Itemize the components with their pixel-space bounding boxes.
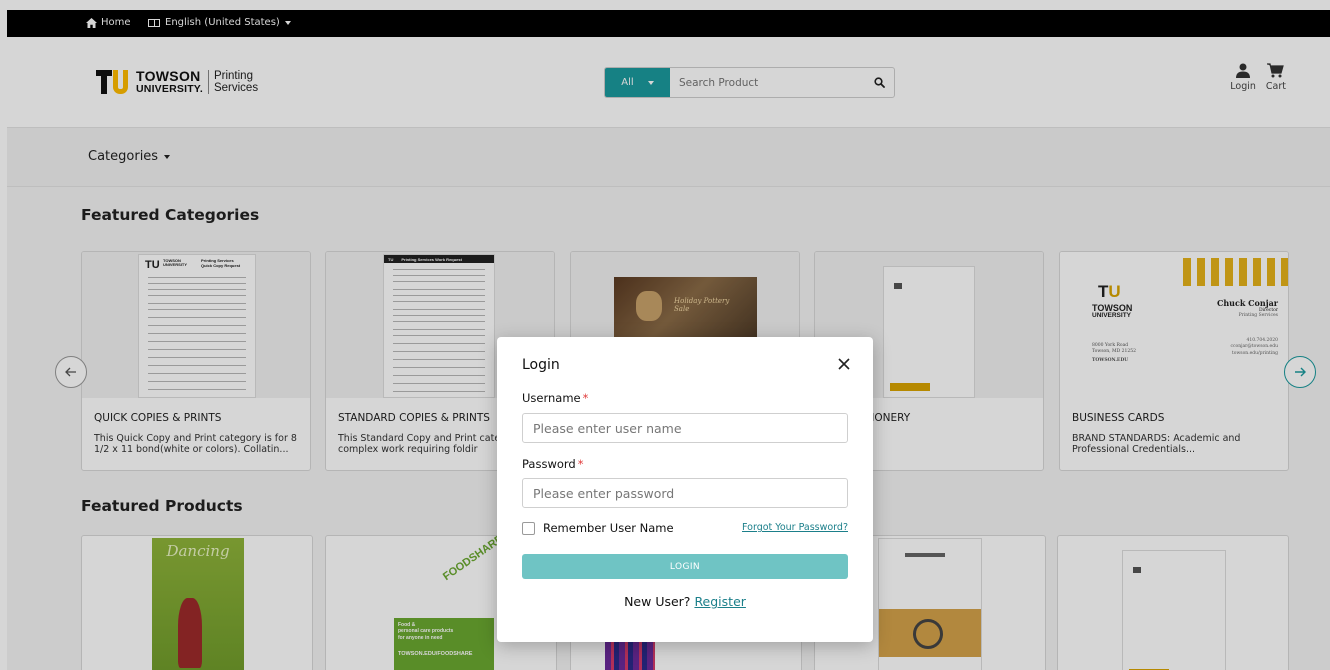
remember-label: Remember User Name <box>543 521 674 535</box>
username-input[interactable] <box>522 413 848 443</box>
username-label: Username * <box>522 391 588 405</box>
username-label-text: Username <box>522 391 581 405</box>
new-user-text: New User? <box>624 594 691 609</box>
remember-user-name: Remember User Name <box>522 521 674 535</box>
login-button[interactable]: LOGIN <box>522 554 848 579</box>
close-icon <box>838 358 850 370</box>
password-label: Password * <box>522 457 583 471</box>
close-button[interactable] <box>835 355 853 373</box>
required-mark: * <box>577 457 584 471</box>
password-label-text: Password <box>522 457 576 471</box>
login-modal-title: Login <box>522 357 560 373</box>
required-mark: * <box>582 391 589 405</box>
register-link[interactable]: Register <box>694 594 745 609</box>
remember-checkbox[interactable] <box>522 521 535 535</box>
new-user-row: New User? Register <box>497 594 873 609</box>
forgot-password-link[interactable]: Forgot Your Password? <box>742 522 848 533</box>
login-modal: Login Username* Password* Remember User … <box>497 337 873 642</box>
password-input[interactable] <box>522 478 848 508</box>
